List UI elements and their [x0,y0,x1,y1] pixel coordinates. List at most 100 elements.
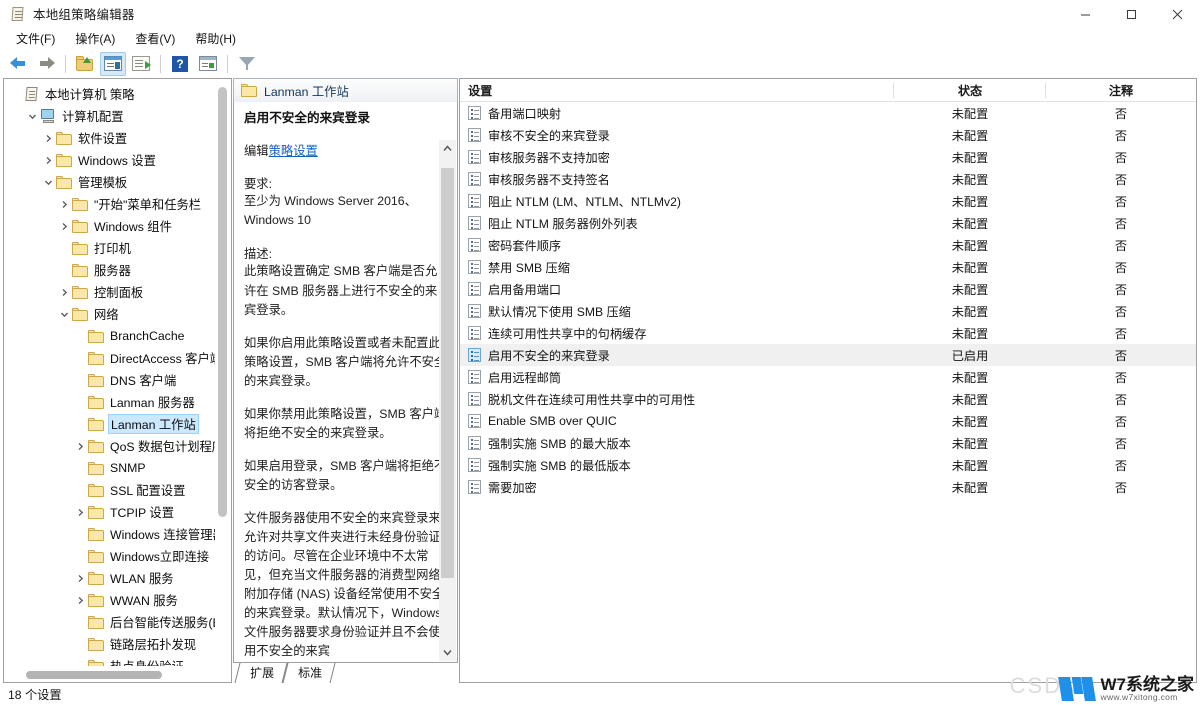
column-header-comment[interactable]: 注释 [1046,79,1196,102]
tree-item-0[interactable]: 本地计算机 策略 [4,83,231,105]
tree-item-24[interactable]: 后台智能传送服务(BITS) [4,611,231,633]
tree-item-12[interactable]: DirectAccess 客户端 [4,347,231,369]
forward-button[interactable] [33,52,59,76]
tree-item-7[interactable]: 打印机 [4,237,231,259]
tree-item-16[interactable]: QoS 数据包计划程序 [4,435,231,457]
chevron-right-icon[interactable] [72,596,88,605]
policy-setting-icon [468,348,481,362]
table-row[interactable]: 阻止 NTLM 服务器例外列表 未配置 否 [460,212,1196,234]
chevron-down-icon[interactable] [56,310,72,319]
policy-icon [24,86,39,102]
tree-item-20[interactable]: Windows 连接管理器 [4,523,231,545]
table-row[interactable]: 启用远程邮筒 未配置 否 [460,366,1196,388]
edit-policy-setting-link[interactable]: 策略设置 [269,144,318,158]
show-hide-console-tree-button[interactable] [100,51,126,76]
tree-horizontal-scrollbar[interactable] [4,666,231,682]
menu-action[interactable]: 操作(A) [66,28,124,50]
up-one-level-button[interactable] [72,52,98,76]
menu-view[interactable]: 查看(V) [126,28,184,50]
tree-item-14[interactable]: Lanman 服务器 [4,391,231,413]
tree-scroll-thumb[interactable] [218,87,227,517]
tree-item-label: 本地计算机 策略 [45,88,135,102]
folder-icon [241,84,258,97]
tree-item-8[interactable]: 服务器 [4,259,231,281]
tree-item-2[interactable]: 软件设置 [4,127,231,149]
table-row[interactable]: 需要加密 未配置 否 [460,476,1196,498]
tree-item-6[interactable]: Windows 组件 [4,215,231,237]
policy-setting-icon [468,260,481,274]
close-button[interactable] [1154,0,1200,28]
chevron-right-icon[interactable] [72,508,88,517]
cell-state: 未配置 [951,481,989,495]
tree-item-18[interactable]: SSL 配置设置 [4,479,231,501]
tree-hscroll-thumb[interactable] [26,671,162,679]
help-scroll-thumb[interactable] [441,168,454,578]
help-pane-scrollbar[interactable] [439,140,456,661]
menu-help[interactable]: 帮助(H) [186,28,245,50]
tree-item-10[interactable]: 网络 [4,303,231,325]
chevron-right-icon[interactable] [56,222,72,231]
setting-name-label: 连续可用性共享中的句柄缓存 [488,327,647,341]
column-header-state[interactable]: 状态 [894,79,1046,102]
minimize-button[interactable] [1062,0,1108,28]
tab-standard[interactable]: 标准 [282,663,336,683]
tree-item-15[interactable]: Lanman 工作站 [4,413,231,435]
folder-icon [88,461,105,475]
tree-item-13[interactable]: DNS 客户端 [4,369,231,391]
menu-file[interactable]: 文件(F) [7,28,64,50]
chevron-right-icon[interactable] [56,200,72,209]
tab-extended[interactable]: 扩展 [234,663,288,683]
table-row[interactable]: 阻止 NTLM (LM、NTLM、NTLMv2) 未配置 否 [460,190,1196,212]
chevron-down-icon[interactable] [24,112,40,121]
cell-setting: 阻止 NTLM (LM、NTLM、NTLMv2) [460,192,894,210]
column-header-setting[interactable]: 设置 [460,79,894,102]
help-pane-header: Lanman 工作站 [233,78,458,102]
chevron-down-icon[interactable] [40,178,56,187]
tree-item-5[interactable]: "开始"菜单和任务栏 [4,193,231,215]
table-row[interactable]: 连续可用性共享中的句柄缓存 未配置 否 [460,322,1196,344]
table-row[interactable]: 密码套件顺序 未配置 否 [460,234,1196,256]
chevron-right-icon[interactable] [56,288,72,297]
tree-item-3[interactable]: Windows 设置 [4,149,231,171]
tree-item-17[interactable]: SNMP [4,457,231,479]
cell-setting: 启用不安全的来宾登录 [460,346,894,364]
chevron-right-icon[interactable] [72,574,88,583]
table-row[interactable]: 默认情况下使用 SMB 压缩 未配置 否 [460,300,1196,322]
table-row[interactable]: 启用不安全的来宾登录 已启用 否 [460,344,1196,366]
tree-item-26[interactable]: 热点身份验证 [4,655,231,666]
tree-item-21[interactable]: Windows立即连接 [4,545,231,567]
chevron-right-icon[interactable] [72,442,88,451]
tree-item-9[interactable]: 控制面板 [4,281,231,303]
tree-item-19[interactable]: TCPIP 设置 [4,501,231,523]
tree-item-22[interactable]: WLAN 服务 [4,567,231,589]
tree-item-11[interactable]: BranchCache [4,325,231,347]
export-list-button[interactable] [128,52,154,76]
scroll-down-icon[interactable] [439,644,456,661]
tree-vertical-scrollbar[interactable] [215,81,230,664]
scroll-up-icon[interactable] [439,140,456,157]
table-row[interactable]: 审核不安全的来宾登录 未配置 否 [460,124,1196,146]
maximize-button[interactable] [1108,0,1154,28]
table-row[interactable]: 备用端口映射 未配置 否 [460,102,1196,124]
table-row[interactable]: Enable SMB over QUIC 未配置 否 [460,410,1196,432]
cell-state: 未配置 [951,305,989,319]
properties-button[interactable] [195,52,221,76]
tree-item-25[interactable]: 链路层拓扑发现 [4,633,231,655]
tree-item-1[interactable]: 计算机配置 [4,105,231,127]
chevron-right-icon[interactable] [40,134,56,143]
table-row[interactable]: 强制实施 SMB 的最低版本 未配置 否 [460,454,1196,476]
back-button[interactable] [5,52,31,76]
table-row[interactable]: 禁用 SMB 压缩 未配置 否 [460,256,1196,278]
help-button[interactable]: ? [167,52,193,76]
tree-item-label: Windows 组件 [94,220,172,234]
table-row[interactable]: 审核服务器不支持加密 未配置 否 [460,146,1196,168]
tree-item-4[interactable]: 管理模板 [4,171,231,193]
table-row[interactable]: 审核服务器不支持签名 未配置 否 [460,168,1196,190]
filter-button[interactable] [234,52,260,76]
table-row[interactable]: 脱机文件在连续可用性共享中的可用性 未配置 否 [460,388,1196,410]
tree-item-23[interactable]: WWAN 服务 [4,589,231,611]
table-row[interactable]: 强制实施 SMB 的最大版本 未配置 否 [460,432,1196,454]
table-row[interactable]: 启用备用端口 未配置 否 [460,278,1196,300]
chevron-right-icon[interactable] [40,156,56,165]
cell-setting: 备用端口映射 [460,104,894,122]
